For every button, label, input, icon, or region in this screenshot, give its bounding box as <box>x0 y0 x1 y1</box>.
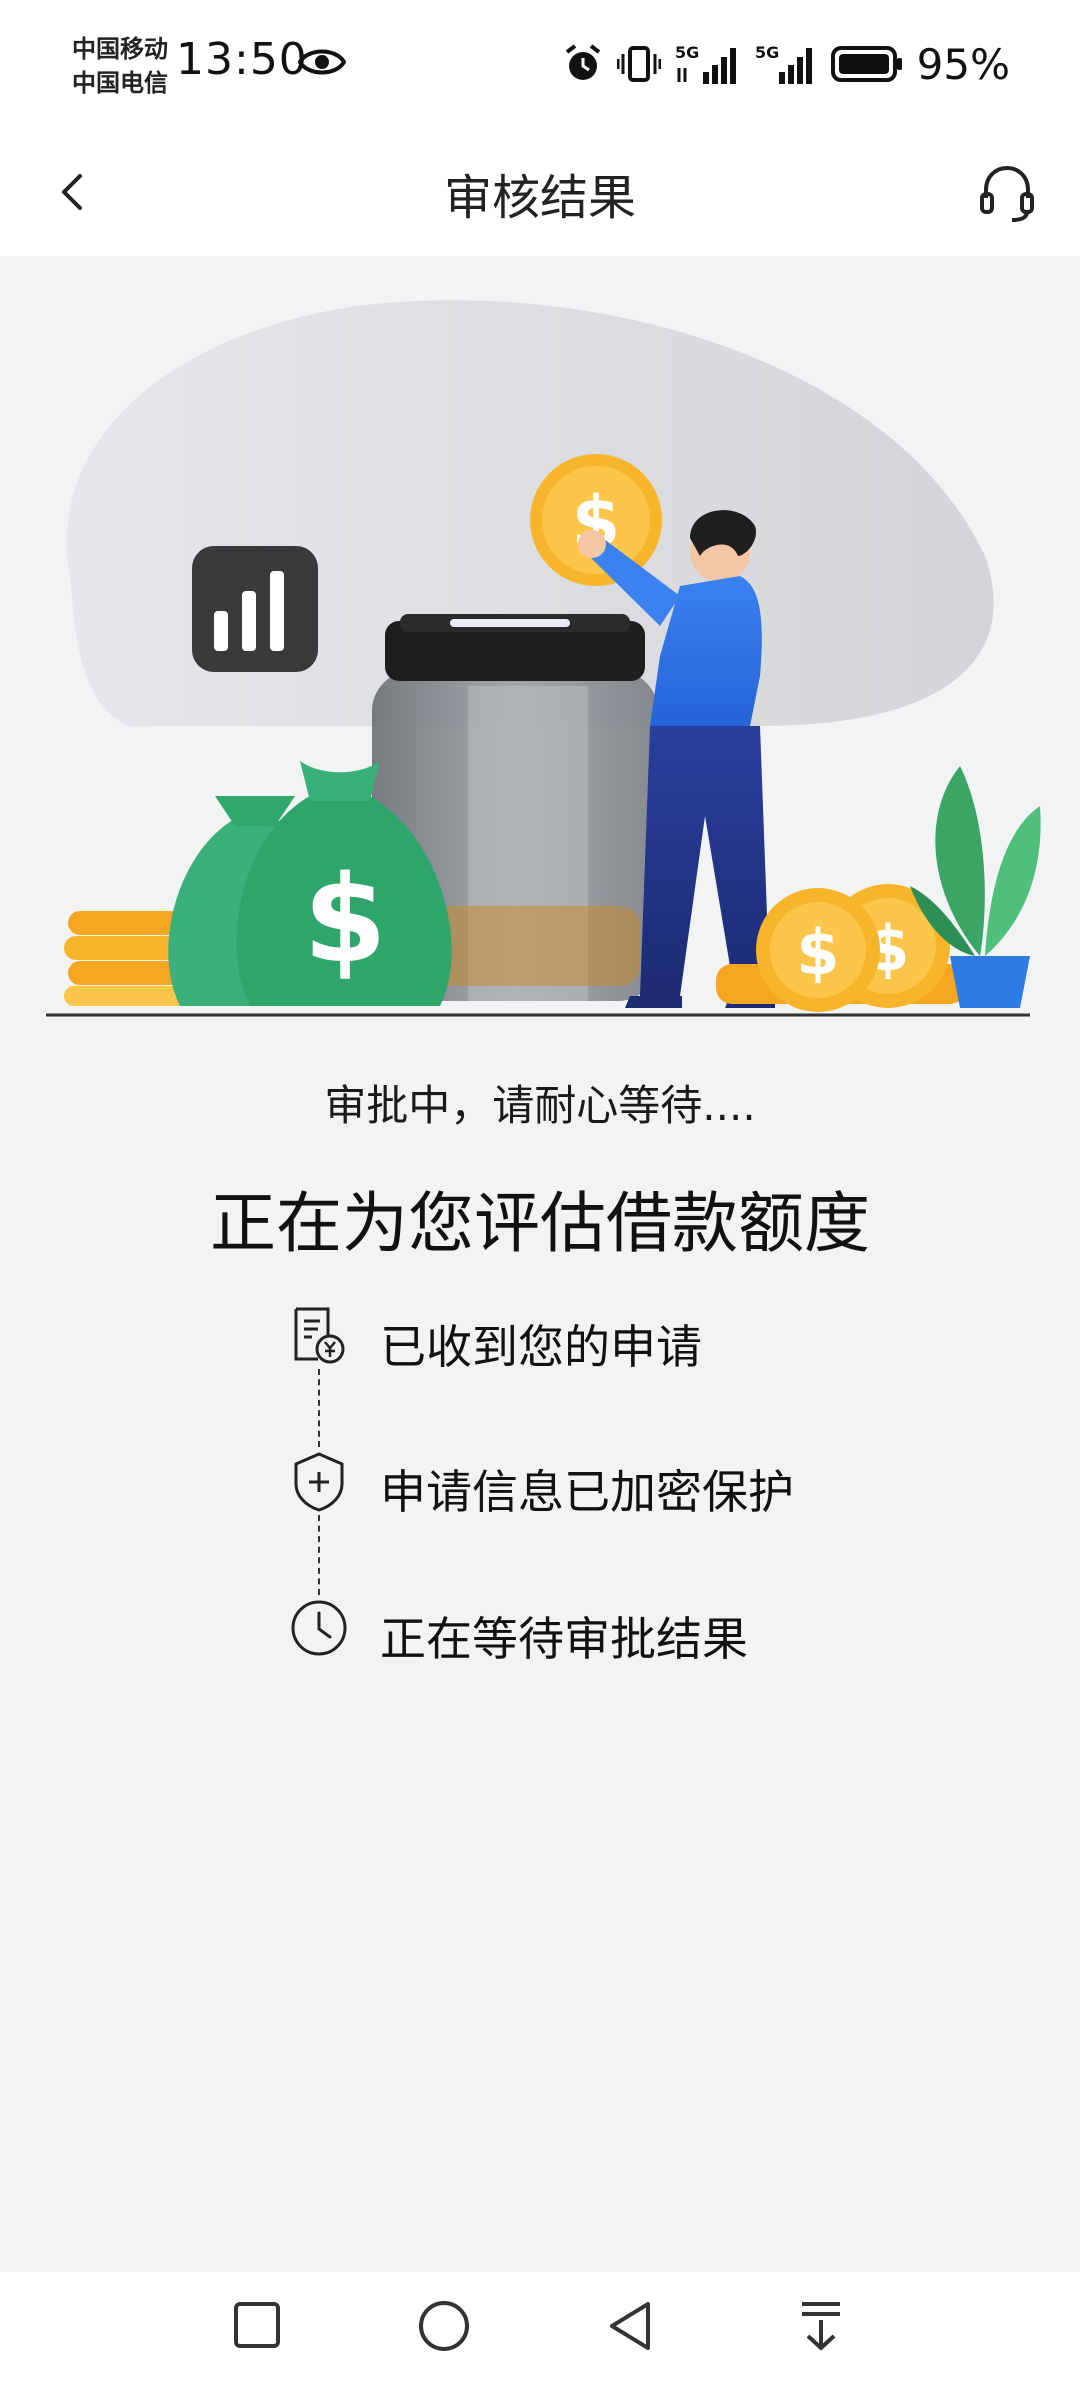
review-status-subtitle: 审批中，请耐心等待.... <box>324 1081 756 1130</box>
step-connector <box>318 1369 320 1447</box>
signal-1-icon: 5G <box>675 43 736 84</box>
bar-chart-icon <box>192 546 318 672</box>
eye-icon <box>298 49 346 75</box>
progress-steps: 已收到您的申请 申请信息已加密保护 正在等待审批结果 <box>288 1305 848 1675</box>
clock-icon <box>291 1600 347 1656</box>
svg-text:$: $ <box>796 916 839 989</box>
step-label: 已收到您的申请 <box>380 1320 702 1374</box>
loan-review-illustration: $ $ $ $ <box>46 300 1041 1017</box>
carrier-1: 中国移动 <box>72 35 168 63</box>
status-bar: 中国移动 中国电信 13:50 5G 5G 95% <box>0 0 1080 128</box>
step-connector <box>318 1515 320 1595</box>
home-icon[interactable] <box>416 2298 472 2354</box>
network-2-label: 5G <box>755 43 779 62</box>
system-navigation-bar <box>0 2272 1080 2388</box>
svg-text:$: $ <box>303 851 387 990</box>
page-title: 审核结果 <box>443 170 636 226</box>
receipt-yen-icon <box>294 1307 345 1364</box>
status-icons: 5G 5G 95% <box>563 38 1010 90</box>
back-triangle-icon[interactable] <box>604 2298 658 2354</box>
signal-2-icon: 5G <box>755 43 812 84</box>
recent-apps-icon[interactable] <box>230 2298 284 2352</box>
network-1-label: 5G <box>675 43 699 62</box>
step-item: 申请信息已加密保护 <box>288 1450 848 1520</box>
step-item: 已收到您的申请 <box>288 1305 848 1375</box>
headset-icon[interactable] <box>978 162 1036 222</box>
step-label: 申请信息已加密保护 <box>380 1465 794 1519</box>
carrier-labels: 中国移动 中国电信 <box>72 32 168 100</box>
shield-plus-icon <box>294 1452 344 1512</box>
battery-percent: 95% <box>916 39 1010 89</box>
carrier-2: 中国电信 <box>72 69 168 97</box>
dollar-coin-icon: $ <box>530 454 662 586</box>
battery-icon <box>830 46 902 82</box>
vibrate-icon <box>616 46 661 82</box>
top-nav-bar: 审核结果 <box>0 128 1080 256</box>
step-item: 正在等待审批结果 <box>288 1597 848 1667</box>
notification-pulldown-icon[interactable] <box>796 2298 846 2354</box>
alarm-icon <box>565 44 600 80</box>
step-label: 正在等待审批结果 <box>380 1612 748 1666</box>
review-status-headline: 正在为您评估借款额度 <box>210 1185 870 1262</box>
status-time: 13:50 <box>176 34 308 85</box>
